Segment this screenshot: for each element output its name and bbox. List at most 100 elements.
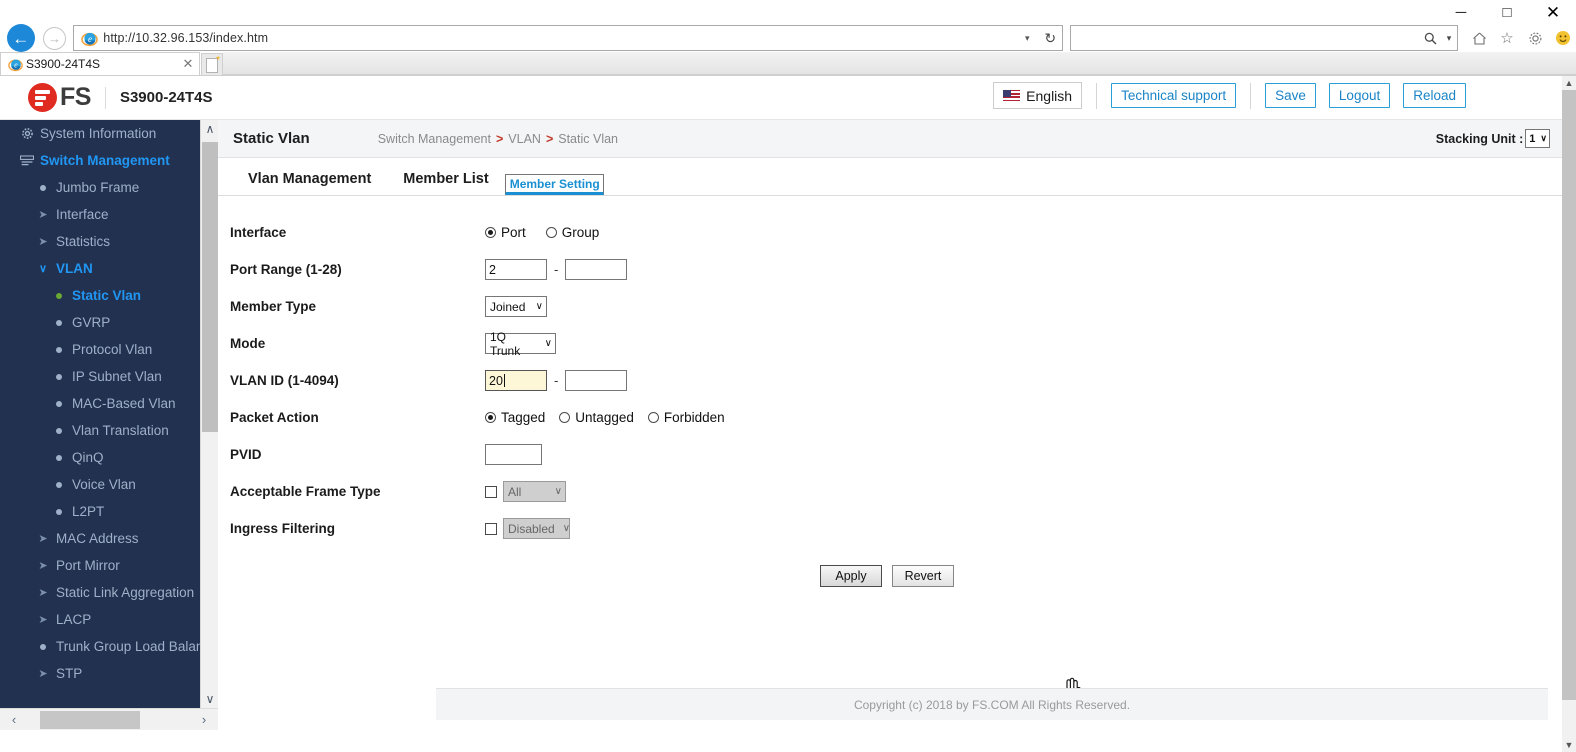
favorites-star-icon[interactable]: ☆ — [1494, 25, 1520, 51]
port-range-from-input[interactable]: 2 — [485, 259, 547, 280]
breadcrumb-root[interactable]: Switch Management — [378, 132, 491, 146]
page-scroll-thumb[interactable] — [1562, 90, 1576, 700]
port-range-to-input[interactable] — [565, 259, 628, 280]
address-dropdown-icon[interactable]: ▾ — [1016, 33, 1038, 44]
sidebar-item-l2pt[interactable]: L2PT — [0, 498, 200, 525]
sidebar-item-system-information[interactable]: System Information — [0, 120, 200, 147]
close-icon[interactable]: ✕ — [1530, 0, 1576, 24]
page-scroll-up-icon[interactable]: ▲ — [1562, 76, 1576, 90]
search-dropdown-icon[interactable]: ▾ — [1441, 33, 1457, 44]
sidebar-scroll-thumb[interactable] — [202, 142, 218, 432]
tab-close-icon[interactable]: ✕ — [177, 56, 199, 72]
vlan-id-controls: 20 - — [485, 370, 628, 391]
sidebar-item-statistics[interactable]: ➤ Statistics — [0, 228, 200, 255]
apply-button[interactable]: Apply — [820, 565, 882, 587]
acceptable-frame-type-checkbox[interactable] — [485, 485, 497, 498]
stacking-unit-value: 1 — [1529, 132, 1536, 145]
form-buttons: Apply Revert — [230, 565, 1562, 587]
mode-controls: 1Q Trunk ∨ — [485, 330, 556, 358]
ingress-filtering-checkbox[interactable] — [485, 522, 497, 535]
sidebar-item-vlan-translation[interactable]: Vlan Translation — [0, 417, 200, 444]
revert-button[interactable]: Revert — [892, 565, 954, 587]
content-tabs[interactable]: Vlan Management Member List Member Setting — [218, 158, 1562, 196]
new-tab-button[interactable]: * — [201, 53, 223, 76]
radio-packet-untagged[interactable] — [559, 412, 571, 423]
sidebar-hscroll-right-icon[interactable]: › — [190, 709, 218, 731]
breadcrumb-mid[interactable]: VLAN — [508, 132, 541, 146]
acceptable-frame-type-select[interactable]: All ∨ — [503, 481, 566, 502]
page-vertical-scrollbar[interactable]: ▲ ▼ — [1562, 76, 1576, 752]
radio-packet-forbidden-label[interactable]: Forbidden — [664, 410, 725, 425]
dot-icon — [46, 508, 72, 515]
sidebar-item-mac-based-vlan[interactable]: MAC-Based Vlan — [0, 390, 200, 417]
browser-tab-label: S3900-24T4S — [26, 57, 101, 71]
back-button[interactable]: ← — [3, 23, 39, 53]
sidebar-item-stp[interactable]: ➤ STP — [0, 660, 200, 687]
radio-packet-tagged-label[interactable]: Tagged — [501, 410, 545, 425]
sidebar-navigation[interactable]: System Information Switch Management Jumbo… — [0, 120, 200, 708]
ingress-filtering-select[interactable]: Disabled ∨ — [503, 518, 570, 539]
logout-button[interactable]: Logout — [1328, 83, 1391, 108]
packet-action-label: Packet Action — [230, 410, 319, 425]
sidebar-horizontal-scrollbar[interactable]: ‹ › — [0, 708, 218, 730]
radio-interface-group[interactable] — [545, 227, 557, 238]
smiley-feedback-icon[interactable] — [1550, 25, 1576, 51]
bars-icon — [14, 154, 40, 167]
sidebar-item-label: STP — [56, 666, 83, 681]
sidebar-hscroll-track[interactable] — [28, 709, 190, 731]
maximize-icon[interactable]: □ — [1484, 0, 1530, 24]
radio-packet-untagged-label[interactable]: Untagged — [575, 410, 634, 425]
sidebar-scroll-up-icon[interactable]: ∧ — [201, 120, 219, 138]
settings-gear-icon[interactable] — [1522, 25, 1548, 51]
home-icon[interactable] — [1466, 25, 1492, 51]
tab-member-list[interactable]: Member List — [387, 171, 504, 195]
refresh-icon[interactable]: ↻ — [1038, 30, 1062, 47]
search-input[interactable]: ▾ — [1070, 25, 1459, 51]
sidebar-item-lacp[interactable]: ➤ LACP — [0, 606, 200, 633]
technical-support-button[interactable]: Technical support — [1111, 83, 1237, 108]
sidebar-item-static-vlan[interactable]: Static Vlan — [0, 282, 200, 309]
pvid-input[interactable] — [485, 444, 542, 465]
sidebar-item-vlan[interactable]: ∨ VLAN — [0, 255, 200, 282]
sidebar-item-qinq[interactable]: QinQ — [0, 444, 200, 471]
radio-packet-forbidden[interactable] — [647, 412, 659, 423]
sidebar-hscroll-left-icon[interactable]: ‹ — [0, 709, 28, 731]
member-type-select[interactable]: Joined ∨ — [485, 296, 547, 317]
address-bar[interactable]: e http://10.32.96.153/index.htm ▾ ↻ — [73, 25, 1064, 51]
sidebar-item-voice-vlan[interactable]: Voice Vlan — [0, 471, 200, 498]
radio-interface-port-label[interactable]: Port — [501, 225, 526, 240]
fs-logo-icon — [28, 83, 57, 112]
sidebar-item-mac-address[interactable]: ➤ MAC Address — [0, 525, 200, 552]
sidebar-item-jumbo-frame[interactable]: Jumbo Frame — [0, 174, 200, 201]
search-icon[interactable] — [1419, 32, 1441, 45]
sidebar-item-port-mirror[interactable]: ➤ Port Mirror — [0, 552, 200, 579]
vlan-id-from-input[interactable]: 20 — [485, 370, 547, 391]
sidebar-scroll-down-icon[interactable]: ∨ — [201, 690, 219, 708]
radio-interface-port[interactable] — [485, 227, 496, 238]
language-selector[interactable]: English — [993, 82, 1083, 109]
sidebar-item-label: QinQ — [72, 450, 104, 465]
page-scroll-down-icon[interactable]: ▼ — [1562, 738, 1576, 752]
stacking-unit-select[interactable]: 1 ∨ — [1525, 129, 1550, 148]
sidebar-hscroll-thumb[interactable] — [40, 710, 140, 729]
member-type-value: Joined — [490, 299, 526, 314]
sidebar-item-gvrp[interactable]: GVRP — [0, 309, 200, 336]
mode-select[interactable]: 1Q Trunk ∨ — [485, 330, 556, 358]
save-button[interactable]: Save — [1265, 83, 1316, 108]
vlan-id-to-input[interactable] — [565, 370, 628, 391]
sidebar-item-ip-subnet-vlan[interactable]: IP Subnet Vlan — [0, 363, 200, 390]
sidebar-item-interface[interactable]: ➤ Interface — [0, 201, 200, 228]
sidebar-item-switch-management[interactable]: Switch Management — [0, 147, 200, 174]
reload-button[interactable]: Reload — [1403, 83, 1466, 108]
sidebar-vertical-scrollbar[interactable]: ∧ ∨ — [200, 120, 219, 708]
minimize-icon[interactable]: ─ — [1438, 0, 1484, 24]
sidebar-item-protocol-vlan[interactable]: Protocol Vlan — [0, 336, 200, 363]
tab-vlan-management[interactable]: Vlan Management — [232, 171, 387, 195]
sidebar-item-trunk-group-load-balance[interactable]: Trunk Group Load Balance — [0, 633, 200, 660]
browser-tab[interactable]: e S3900-24T4S ✕ — [0, 52, 200, 76]
forward-button[interactable]: → — [39, 23, 71, 53]
sidebar-item-static-link-aggregation[interactable]: ➤ Static Link Aggregation — [0, 579, 200, 606]
radio-interface-group-label[interactable]: Group — [562, 225, 600, 240]
radio-packet-tagged[interactable] — [485, 412, 496, 423]
tab-member-setting[interactable]: Member Setting — [504, 174, 604, 195]
